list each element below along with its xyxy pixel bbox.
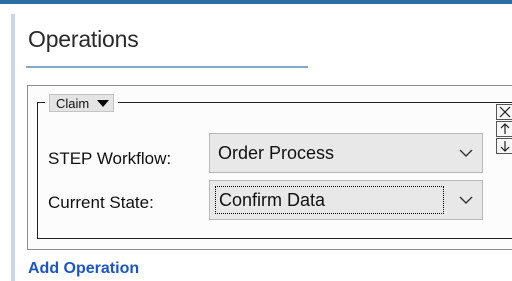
section-title: Operations (28, 26, 139, 52)
move-up-button[interactable] (496, 121, 512, 137)
add-operation-link[interactable]: Add Operation (28, 260, 139, 278)
workflow-value: Order Process (218, 142, 335, 163)
operation-row-controls (496, 104, 512, 155)
top-accent-bar (0, 0, 512, 4)
state-label: Current State: (48, 193, 154, 212)
move-down-button[interactable] (496, 138, 512, 154)
triangle-down-icon (97, 99, 110, 107)
arrow-down-icon (500, 141, 509, 152)
state-dropdown[interactable]: Confirm Data (209, 180, 483, 220)
operation-type-value: Claim (56, 95, 90, 111)
workflow-label: STEP Workflow: (48, 149, 172, 168)
title-underline (26, 66, 308, 68)
close-icon (499, 106, 510, 118)
arrow-up-icon (500, 123, 509, 134)
operation-type-select[interactable]: Claim (49, 94, 115, 112)
remove-operation-button[interactable] (496, 104, 512, 120)
operation-group-legend: Claim (45, 94, 119, 112)
left-side-rule (11, 14, 15, 281)
state-value: Confirm Data (215, 186, 444, 214)
chevron-down-icon (450, 149, 482, 158)
chevron-down-icon (450, 196, 482, 205)
workflow-dropdown[interactable]: Order Process (209, 133, 483, 173)
